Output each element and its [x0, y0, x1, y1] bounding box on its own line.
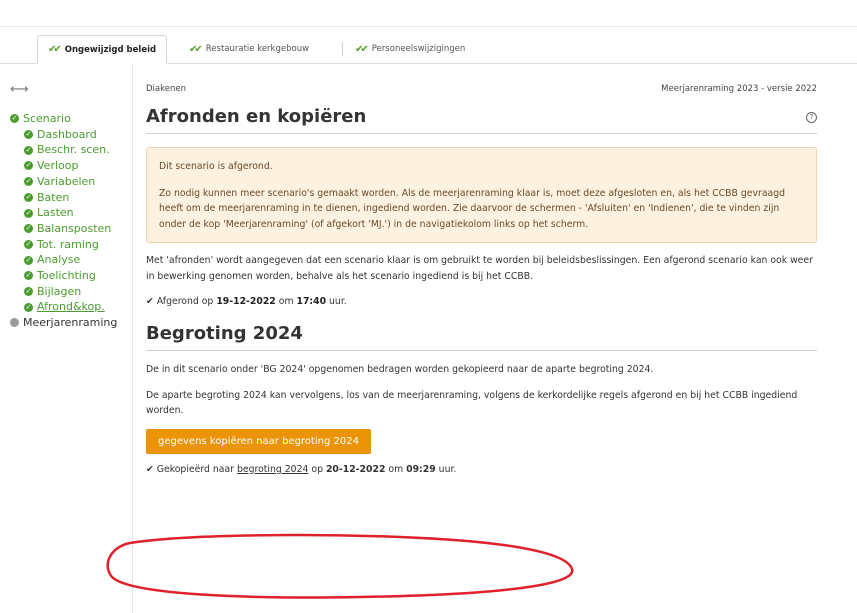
sidebar-nav: ✓ Scenario ✓ Dashboard ✓ Beschr. scen. ✓ Ver… [10, 111, 117, 331]
copied-time: 09:29 [406, 463, 436, 475]
tab-label: Ongewijzigd beleid [64, 44, 157, 55]
sidebar-item-analyse[interactable]: ✓ Analyse [10, 252, 117, 268]
tab-ongewijzigd-beleid[interactable]: ✔✔ Ongewijzigd beleid [37, 35, 168, 64]
tab-label: Restauratie kerkgebouw [205, 44, 310, 54]
copy-to-budget-button[interactable]: gegevens kopiëren naar begroting 2024 [146, 428, 371, 454]
check-circle-icon: ✓ [24, 161, 33, 171]
check-circle-icon: ✓ [24, 287, 33, 297]
budget-2024-link[interactable]: begroting 2024 [237, 464, 308, 475]
check-circle-icon: ✓ [24, 177, 33, 187]
sidebar-item-toelichting[interactable]: ✓ Toelichting [10, 268, 117, 284]
sidebar-item-baten[interactable]: ✓ Baten [10, 190, 117, 206]
check-circle-icon: ✓ [24, 208, 33, 218]
page-header-meta: Diakenen Meerjarenraming 2023 - versie 2… [146, 84, 817, 94]
check-circle-icon: ✓ [24, 271, 33, 281]
version-label: Meerjarenraming 2023 - versie 2022 [661, 84, 817, 94]
checkmark-icon: ✔ [146, 296, 154, 307]
double-check-icon: ✔✔ [189, 43, 203, 55]
scenario-tabbar: ✔✔ Ongewijzigd beleid ✔✔ Restauratie ker… [0, 26, 857, 64]
tab-personeelswijzigingen[interactable]: ✔✔ Personeelswijzigingen [345, 35, 475, 63]
sidebar-item-lasten[interactable]: ✓ Lasten [10, 205, 117, 221]
checkmark-icon: ✔ [146, 463, 154, 475]
finalized-time: 17:40 [296, 296, 327, 307]
check-circle-icon: ✓ [24, 224, 33, 234]
finalized-stamp: ✔ Afgerond op 19-12-2022 om 17:40 uur. [146, 296, 347, 307]
sidebar-item-variabelen[interactable]: ✓ Variabelen [10, 174, 117, 190]
title-row: Afronden en kopiëren ? [146, 106, 817, 134]
circle-icon [10, 318, 19, 328]
main-content: Diakenen Meerjarenraming 2023 - versie 2… [146, 84, 817, 475]
budget-paragraph-2: De aparte begroting 2024 kan vervolgens,… [146, 389, 798, 417]
tab-divider [342, 42, 343, 56]
sidebar-item-bijlagen[interactable]: ✓ Bijlagen [10, 284, 117, 300]
sidebar-item-dashboard[interactable]: ✓ Dashboard [10, 127, 117, 143]
copied-date: 20-12-2022 [325, 463, 386, 475]
tab-label: Personeelswijzigingen [371, 44, 466, 54]
tab-restauratie-kerkgebouw[interactable]: ✔✔ Restauratie kerkgebouw [179, 35, 319, 63]
finalize-explanation: Met 'afronden' wordt aangegeven dat een … [146, 253, 817, 284]
help-icon[interactable]: ? [806, 112, 817, 123]
budget-paragraph-1: De in dit scenario onder 'BG 2024' opgen… [146, 364, 654, 375]
sidebar-item-meerjarenraming[interactable]: Meerjarenraming [10, 315, 117, 331]
check-circle-icon: ✓ [24, 302, 33, 312]
check-circle-icon: ✓ [24, 239, 33, 249]
sidebar-item-scenario[interactable]: ✓ Scenario [10, 111, 117, 127]
check-circle-icon: ✓ [24, 130, 33, 140]
sidebar-item-beschr-scen[interactable]: ✓ Beschr. scen. [10, 142, 117, 158]
sidebar-item-tot-raming[interactable]: ✓ Tot. raming [10, 237, 117, 253]
organization-name: Diakenen [146, 84, 186, 94]
collapse-sidebar-icon[interactable]: ⟷ [10, 82, 29, 97]
check-circle-icon: ✓ [24, 255, 33, 265]
double-check-icon: ✔✔ [48, 44, 62, 55]
check-circle-icon: ✓ [24, 192, 33, 202]
sidebar-item-balansposten[interactable]: ✓ Balansposten [10, 221, 117, 237]
sidebar-item-verloop[interactable]: ✓ Verloop [10, 158, 117, 174]
double-check-icon: ✔✔ [355, 43, 369, 55]
page-title: Afronden en kopiëren [146, 106, 367, 127]
section-title-begroting: Begroting 2024 [146, 323, 817, 351]
finalize-text: Met 'afronden' wordt aangegeven dat een … [146, 255, 813, 282]
alert-info-text: Zo nodig kunnen meer scenario's gemaakt … [159, 187, 786, 230]
alert-status-text: Dit scenario is afgerond. [159, 161, 273, 172]
finalized-date: 19-12-2022 [216, 296, 276, 307]
sidebar-item-afrond-kop[interactable]: ✓ Afrond&kop. [10, 299, 117, 315]
check-circle-icon: ✓ [24, 145, 33, 155]
copied-stamp: ✔ Gekopieërd naar begroting 2024 op 20-1… [146, 463, 457, 475]
status-alert: Dit scenario is afgerond. Zo nodig kunne… [146, 147, 817, 243]
check-circle-icon: ✓ [10, 114, 19, 124]
red-annotation-circle [106, 533, 574, 599]
